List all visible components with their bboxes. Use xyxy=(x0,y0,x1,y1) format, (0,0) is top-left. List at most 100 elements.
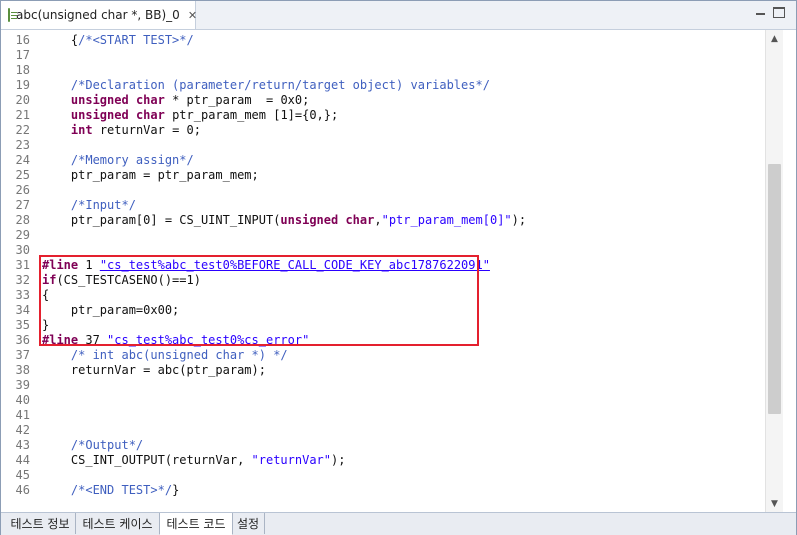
line-number: 30 xyxy=(15,243,30,257)
code-text: { xyxy=(42,288,49,303)
code-token: if xyxy=(42,273,57,287)
scroll-thumb[interactable] xyxy=(768,164,781,414)
code-text: /*Declaration (parameter/return/target o… xyxy=(42,78,490,93)
code-text: ptr_param = ptr_param_mem; xyxy=(42,168,259,183)
minimize-icon[interactable] xyxy=(754,7,767,19)
code-text: if(CS_TESTCASENO()==1) xyxy=(42,273,201,288)
code-text: } xyxy=(42,318,49,333)
code-token: unsigned xyxy=(70,93,129,107)
code-token: ptr_param_mem [1]={0,}; xyxy=(164,108,339,122)
code-token: } xyxy=(172,483,180,497)
code-line: 31 #line 1 "cs_test%abc_test0%BEFORE_CALL… xyxy=(1,258,765,273)
line-number: 24 xyxy=(15,153,30,167)
code-line: 26 xyxy=(1,183,765,198)
code-token: "cs_test%abc_test0%cs_error" xyxy=(107,333,310,347)
code-text: unsigned char * ptr_param = 0x0; xyxy=(42,93,309,108)
vertical-scrollbar[interactable]: ▲ ▼ xyxy=(765,30,783,512)
tab-test-cases[interactable]: 테스트 케이스 xyxy=(76,513,160,534)
code-token: ); xyxy=(331,453,346,467)
editor-window: abc(unsigned char *, BB)_0 ✕ 16 {/*<STAR… xyxy=(0,0,797,535)
code-line: 25 ptr_param = ptr_param_mem; xyxy=(1,168,765,183)
line-number: 35 xyxy=(15,318,30,332)
tab-settings[interactable]: 설정 xyxy=(232,513,265,534)
code-text: /* int abc(unsigned char *) */ xyxy=(42,348,288,363)
code-token: returnVar = abc(ptr_param); xyxy=(42,363,266,377)
code-token: /*<START TEST>*/ xyxy=(78,33,194,47)
code-line: 36 #line 37 "cs_test%abc_test0%cs_error" xyxy=(1,333,765,348)
code-token: } xyxy=(42,318,50,332)
tab-test-code[interactable]: 테스트 코드 xyxy=(159,513,233,535)
line-number: 32 xyxy=(15,273,30,287)
line-number: 25 xyxy=(15,168,30,182)
code-line: 44 CS_INT_OUTPUT(returnVar, "returnVar")… xyxy=(1,453,765,468)
line-number: 23 xyxy=(15,138,30,152)
line-number: 44 xyxy=(15,453,30,467)
code-token: int xyxy=(70,123,93,137)
code-token: { xyxy=(42,33,79,47)
bottom-tab-bar: 테스트 정보 테스트 케이스 테스트 코드 설정 xyxy=(1,512,796,535)
line-number: 22 xyxy=(15,123,30,137)
code-token: 37 xyxy=(78,333,108,347)
line-number: 18 xyxy=(15,63,30,77)
line-number: 29 xyxy=(15,228,30,242)
line-number: 46 xyxy=(15,483,30,497)
code-line: 21 unsigned char ptr_param_mem [1]={0,}; xyxy=(1,108,765,123)
scroll-down-icon[interactable]: ▼ xyxy=(766,495,783,512)
code-token: , xyxy=(374,213,382,227)
line-number: 39 xyxy=(15,378,30,392)
code-text: ptr_param=0x00; xyxy=(42,303,179,318)
code-line: 42 xyxy=(1,423,765,438)
code-token: unsigned xyxy=(70,108,129,122)
editor-tab[interactable]: abc(unsigned char *, BB)_0 ✕ xyxy=(1,1,197,29)
c-file-icon xyxy=(8,8,17,22)
code-text: #line 37 "cs_test%abc_test0%cs_error" xyxy=(42,333,309,348)
code-line: 16 {/*<START TEST>*/ xyxy=(1,33,765,48)
code-text: ptr_param[0] = CS_UINT_INPUT(unsigned ch… xyxy=(42,213,526,228)
line-number: 20 xyxy=(15,93,30,107)
maximize-icon[interactable] xyxy=(773,7,785,18)
code-text: /*<END TEST>*/} xyxy=(42,483,179,498)
code-token: ptr_param[0] = CS_UINT_INPUT( xyxy=(42,213,281,227)
code-token: #line xyxy=(42,333,79,347)
code-token: 1 xyxy=(78,258,100,272)
code-token: (CS_TESTCASENO()==1) xyxy=(56,273,201,287)
code-token: char xyxy=(345,213,375,227)
code-text: {/*<START TEST>*/ xyxy=(42,33,194,48)
code-text: /*Output*/ xyxy=(42,438,143,453)
line-number: 41 xyxy=(15,408,30,422)
code-line: 30 xyxy=(1,243,765,258)
code-token: * ptr_param = 0x0; xyxy=(164,93,310,107)
tab-test-info[interactable]: 테스트 정보 xyxy=(5,513,76,534)
code-line: 20 unsigned char * ptr_param = 0x0; xyxy=(1,93,765,108)
line-number: 42 xyxy=(15,423,30,437)
code-token: { xyxy=(42,288,50,302)
code-line: 19 /*Declaration (parameter/return/targe… xyxy=(1,78,765,93)
line-number: 40 xyxy=(15,393,30,407)
code-token: #line xyxy=(42,258,79,272)
tab-title: abc(unsigned char *, BB)_0 xyxy=(16,8,180,22)
code-line: 35} xyxy=(1,318,765,333)
code-token: char xyxy=(135,93,165,107)
code-line: 39 xyxy=(1,378,765,393)
scroll-up-icon[interactable]: ▲ xyxy=(766,30,783,47)
code-line: 41 xyxy=(1,408,765,423)
code-line: 45 xyxy=(1,468,765,483)
code-line: 23 xyxy=(1,138,765,153)
code-editor[interactable]: 16 {/*<START TEST>*/17 18 19 /*Declaration… xyxy=(1,30,765,512)
code-token: /*Memory assign*/ xyxy=(70,153,194,167)
line-number: 34 xyxy=(15,303,30,317)
code-text: unsigned char ptr_param_mem [1]={0,}; xyxy=(42,108,338,123)
close-icon[interactable]: ✕ xyxy=(188,10,197,21)
code-token: /*Input*/ xyxy=(70,198,136,212)
line-number: 27 xyxy=(15,198,30,212)
code-line: 29 xyxy=(1,228,765,243)
code-line: 27 /*Input*/ xyxy=(1,198,765,213)
code-line: 17 xyxy=(1,48,765,63)
code-token: /*<END TEST>*/ xyxy=(70,483,173,497)
line-number: 37 xyxy=(15,348,30,362)
